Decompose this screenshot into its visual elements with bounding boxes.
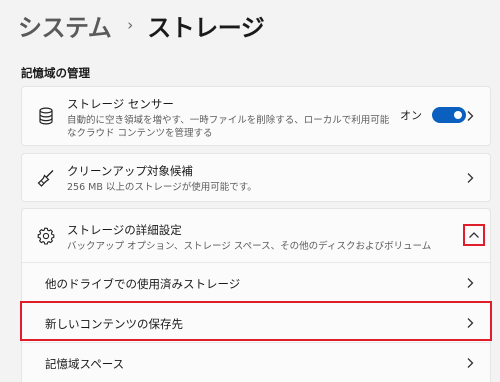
storage-sense-text: ストレージ センサー 自動的に空き領域を増やす、一時ファイルを削除する、ローカル… — [67, 96, 397, 140]
sub-item-text: 他のドライブでの使用済みストレージ — [45, 276, 240, 292]
advanced-settings-title: ストレージの詳細設定 — [67, 223, 182, 237]
cleanup-title: クリーンアップ対象候補 — [67, 164, 193, 178]
cleanup-text: クリーンアップ対象候補 256 MB 以上のストレージが使用可能です。 — [67, 163, 257, 194]
chevron-right-icon[interactable] — [464, 172, 476, 184]
storage-used-on-other-drives-item[interactable]: 他のドライブでの使用済みストレージ — [22, 263, 490, 303]
sub-item-label: 記憶域スペース — [45, 357, 125, 371]
cleanup-recommendations-card[interactable]: クリーンアップ対象候補 256 MB 以上のストレージが使用可能です。 — [21, 153, 491, 202]
section-title: 記憶域の管理 — [21, 66, 90, 80]
storage-spaces-item[interactable]: 記憶域スペース — [22, 343, 490, 382]
toggle-knob — [454, 111, 462, 119]
sub-item-label: 他のドライブでの使用済みストレージ — [45, 277, 241, 291]
storage-drive-icon — [35, 105, 57, 127]
chevron-right-icon[interactable] — [464, 277, 476, 289]
advanced-settings-description: バックアップ オプション、ストレージ スペース、その他のディスクおよびボリューム — [67, 241, 432, 252]
toggle-state-label: オン — [400, 109, 422, 122]
chevron-up-icon — [469, 232, 479, 238]
chevron-right-icon[interactable] — [464, 110, 476, 122]
storage-sense-row[interactable]: ストレージ センサー 自動的に空き領域を増やす、一時ファイルを削除する、ローカル… — [22, 87, 490, 145]
page-title: ストレージ — [147, 13, 265, 42]
advanced-storage-settings-header[interactable]: ストレージの詳細設定 バックアップ オプション、ストレージ スペース、その他のデ… — [22, 209, 490, 263]
gear-icon — [35, 225, 57, 247]
breadcrumb-system-link[interactable]: システム — [18, 8, 112, 43]
settings-page: システム › ストレージ 記憶域の管理 ストレージ センサー 自動的に空き領域を… — [0, 0, 500, 382]
chevron-right-icon[interactable] — [464, 317, 476, 329]
advanced-settings-text: ストレージの詳細設定 バックアップ オプション、ストレージ スペース、その他のデ… — [67, 222, 431, 253]
cleanup-description: 256 MB 以上のストレージが使用可能です。 — [67, 182, 257, 193]
collapse-button[interactable] — [463, 224, 485, 246]
storage-sense-description: 自動的に空き領域を増やす、一時ファイルを削除する、ローカルで利用可能なクラウド … — [67, 115, 390, 139]
sub-item-text: 新しいコンテンツの保存先 — [45, 316, 183, 332]
storage-sense-card[interactable]: ストレージ センサー 自動的に空き領域を増やす、一時ファイルを削除する、ローカル… — [21, 86, 491, 146]
breadcrumb: システム › ストレージ — [18, 6, 265, 44]
chevron-right-icon[interactable] — [464, 357, 476, 369]
storage-sense-title: ストレージ センサー — [67, 97, 174, 111]
breadcrumb-separator: › — [127, 16, 134, 34]
storage-sense-toggle-area: オン — [400, 107, 466, 123]
advanced-storage-settings-group: ストレージの詳細設定 バックアップ オプション、ストレージ スペース、その他のデ… — [21, 208, 491, 382]
storage-sense-toggle[interactable] — [432, 107, 466, 123]
broom-icon — [35, 167, 57, 189]
cleanup-row[interactable]: クリーンアップ対象候補 256 MB 以上のストレージが使用可能です。 — [22, 154, 490, 201]
sub-item-text: 記憶域スペース — [45, 356, 124, 372]
where-new-content-is-saved-item[interactable]: 新しいコンテンツの保存先 — [22, 303, 490, 343]
sub-item-label: 新しいコンテンツの保存先 — [45, 317, 183, 331]
